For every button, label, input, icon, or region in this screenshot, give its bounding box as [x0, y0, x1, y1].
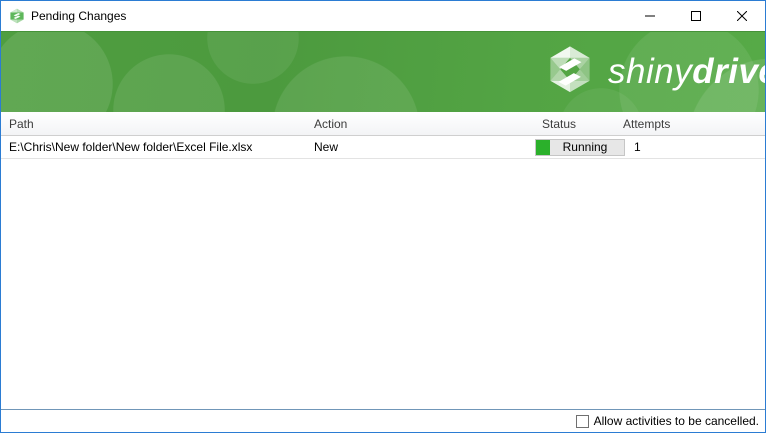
status-badge: Running	[536, 140, 624, 154]
pending-changes-window: Pending Changes	[0, 0, 766, 433]
statusbar: Allow activities to be cancelled.	[1, 409, 765, 432]
column-header-path[interactable]: Path	[1, 117, 306, 131]
window-title: Pending Changes	[31, 1, 126, 31]
list-header: Path Action Status Attempts	[1, 112, 765, 136]
shinydrive-hexagon-icon	[542, 42, 598, 102]
cancel-checkbox-label[interactable]: Allow activities to be cancelled.	[594, 414, 759, 428]
pending-changes-list: Path Action Status Attempts E:\Chris\New…	[1, 112, 765, 159]
cell-path: E:\Chris\New folder\New folder\Excel Fil…	[1, 140, 306, 154]
brand-banner: shinydrive	[1, 31, 765, 112]
cell-attempts: 1	[623, 140, 765, 154]
close-button[interactable]	[719, 1, 765, 31]
brand-name-bold: drive	[692, 52, 765, 91]
cell-status: Running	[534, 139, 623, 156]
cell-action: New	[306, 140, 534, 154]
cancel-checkbox[interactable]	[576, 415, 589, 428]
titlebar[interactable]: Pending Changes	[1, 1, 765, 31]
brand-name-light: shiny	[608, 52, 692, 91]
minimize-button[interactable]	[627, 1, 673, 31]
column-header-attempts[interactable]: Attempts	[623, 117, 765, 131]
app-icon[interactable]	[9, 8, 25, 24]
maximize-icon	[691, 11, 701, 21]
column-header-action[interactable]: Action	[306, 117, 534, 131]
status-progress-bar: Running	[535, 139, 625, 156]
window-controls	[627, 1, 765, 31]
close-icon	[737, 11, 747, 21]
list-empty-area	[1, 159, 765, 409]
brand-wordmark: shinydrive	[608, 42, 765, 102]
maximize-button[interactable]	[673, 1, 719, 31]
brand-logo: shinydrive	[542, 42, 765, 102]
column-header-status[interactable]: Status	[534, 117, 623, 131]
minimize-icon	[645, 11, 655, 21]
table-row[interactable]: E:\Chris\New folder\New folder\Excel Fil…	[1, 136, 765, 159]
